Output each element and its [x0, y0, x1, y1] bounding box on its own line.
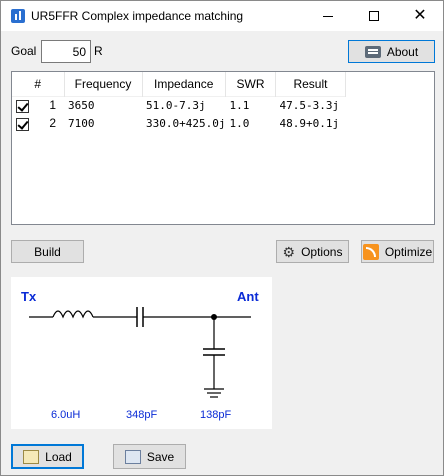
shunt-capacitor-value: 138pF — [200, 409, 232, 421]
optimize-button[interactable]: Optimize — [361, 240, 434, 263]
title-bar: UR5FFR Complex impedance matching ✕ — [1, 1, 443, 31]
app-icon — [11, 9, 25, 23]
close-button[interactable]: ✕ — [397, 1, 443, 31]
series-capacitor-value: 348pF — [126, 409, 158, 421]
save-icon — [124, 449, 141, 464]
goal-input[interactable] — [41, 40, 91, 63]
col-impedance[interactable]: Impedance — [142, 72, 226, 96]
table-row[interactable]: 1 3650 51.0-7.3j 1.1 47.5-3.3j — [12, 95, 346, 114]
frequency-cell: 7100 — [68, 116, 95, 130]
row-checkbox[interactable] — [16, 118, 29, 131]
swr-cell: 1.1 — [225, 95, 276, 114]
close-icon: ✕ — [413, 7, 427, 24]
row-number-cell: 1 — [12, 95, 64, 114]
goal-label: Goal — [11, 44, 37, 58]
col-swr[interactable]: SWR — [225, 72, 276, 96]
load-label: Load — [45, 449, 72, 464]
optimize-icon — [362, 243, 379, 260]
row-number: 2 — [49, 116, 56, 130]
options-label: Options — [301, 244, 343, 259]
row-number-cell: 2 — [12, 114, 64, 132]
circuit-schematic: Tx Ant 6.0uH 348pF 138pF — [11, 277, 272, 429]
col-frequency[interactable]: Frequency — [64, 72, 143, 96]
save-button[interactable]: Save — [113, 444, 186, 469]
result-cell: 48.9+0.1j — [279, 116, 340, 130]
table-row[interactable]: 2 7100 330.0+425.0j 1.0 48.9+0.1j — [12, 114, 345, 132]
app-window: UR5FFR Complex impedance matching ✕ Goal… — [0, 0, 444, 476]
about-label: About — [386, 44, 419, 59]
inductor-symbol — [52, 310, 94, 319]
table-header: # Frequency Impedance SWR Result — [12, 72, 346, 96]
circuit-drawing — [29, 307, 251, 398]
minimize-icon — [323, 15, 333, 17]
col-number[interactable]: # — [12, 72, 65, 96]
inductor-value: 6.0uH — [51, 409, 81, 421]
row-number: 1 — [49, 98, 56, 113]
impedance-cell: 51.0-7.3j — [142, 95, 226, 114]
load-button[interactable]: Load — [11, 444, 84, 469]
maximize-button[interactable] — [351, 1, 397, 31]
optimize-label: Optimize — [384, 244, 433, 259]
result-cell: 47.5-3.3j — [275, 95, 346, 114]
maximize-icon — [369, 11, 379, 21]
swr-cell: 1.0 — [229, 116, 250, 130]
options-button[interactable]: ⚙ Options — [276, 240, 349, 263]
build-label: Build — [34, 244, 61, 259]
frequency-cell: 3650 — [64, 95, 142, 114]
gear-icon: ⚙ — [282, 243, 296, 260]
window-title: UR5FFR Complex impedance matching — [31, 9, 244, 23]
about-button[interactable]: About — [348, 40, 435, 63]
frequency-table[interactable]: # Frequency Impedance SWR Result 1 3650 … — [11, 71, 435, 225]
minimize-button[interactable] — [305, 1, 351, 31]
impedance-cell: 330.0+425.0j — [146, 116, 226, 130]
goal-unit: R — [94, 44, 103, 58]
save-label: Save — [146, 449, 175, 464]
folder-icon — [23, 449, 40, 464]
col-result[interactable]: Result — [275, 72, 346, 96]
about-icon — [364, 45, 381, 58]
row-checkbox[interactable] — [16, 100, 29, 114]
build-button[interactable]: Build — [11, 240, 84, 263]
